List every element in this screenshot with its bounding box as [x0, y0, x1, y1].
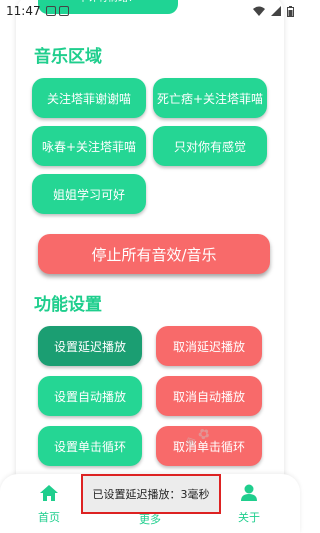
app-screen: 11:47 不许有情绪！ 音乐区域 关注塔菲谢谢喵 死亡痞+关注塔菲喵 咏春+关… — [0, 0, 300, 533]
music-button-4[interactable]: 只对你有感觉 — [153, 126, 267, 166]
nav-item-home[interactable]: 首页 — [24, 484, 74, 525]
nav-label-about: 关于 — [238, 511, 260, 524]
status-bar: 11:47 — [0, 0, 300, 22]
stop-all-button[interactable]: 停止所有音效/音乐 — [38, 234, 270, 274]
set-delay-play-button[interactable]: 设置延迟播放 — [38, 326, 142, 366]
nav-item-about[interactable]: 关于 — [224, 484, 274, 525]
music-button-1[interactable]: 关注塔菲谢谢喵 — [32, 78, 146, 118]
status-indicators — [253, 5, 294, 17]
signal-icon — [271, 6, 281, 16]
cancel-delay-play-button[interactable]: 取消延迟播放 — [156, 326, 262, 366]
main-panel: 不许有情绪！ 音乐区域 关注塔菲谢谢喵 死亡痞+关注塔菲喵 咏春+关注塔菲喵 只… — [16, 0, 284, 512]
status-time: 11:47 — [6, 4, 41, 18]
music-section-title: 音乐区域 — [34, 47, 102, 67]
set-click-loop-button[interactable]: 设置单击循环 — [38, 426, 142, 466]
settings-notification-icon — [45, 6, 56, 16]
function-section-title: 功能设置 — [34, 295, 102, 315]
cancel-auto-play-button[interactable]: 取消自动播放 — [156, 376, 262, 416]
music-button-5[interactable]: 姐姐学习可好 — [32, 174, 146, 214]
music-button-3[interactable]: 咏春+关注塔菲喵 — [32, 126, 146, 166]
battery-icon — [287, 5, 294, 17]
wifi-icon — [253, 6, 265, 16]
app-notification-icon — [58, 6, 69, 16]
nav-label-home: 首页 — [38, 511, 60, 524]
home-icon — [40, 485, 58, 501]
music-button-2[interactable]: 死亡痞+关注塔菲喵 — [153, 78, 267, 118]
notification-icons — [45, 6, 69, 16]
toast-message: 已设置延迟播放：3毫秒 — [81, 474, 221, 514]
person-icon — [241, 484, 257, 501]
set-auto-play-button[interactable]: 设置自动播放 — [38, 376, 142, 416]
